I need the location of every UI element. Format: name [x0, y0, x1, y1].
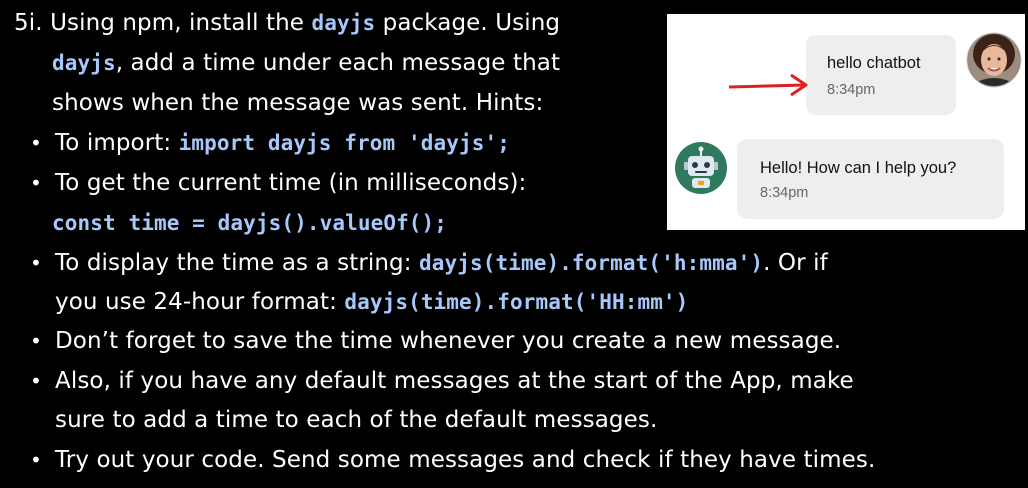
bullet-save-time: Don’t forget to save the time whenever y…	[55, 326, 841, 356]
chat-preview-panel: hello chatbot 8:34pm Hello! How can I he…	[667, 14, 1025, 230]
user-message-text: hello chatbot	[827, 54, 921, 72]
bullet-point: •	[30, 171, 42, 195]
bullet-try-code: Try out your code. Send some messages an…	[55, 445, 875, 475]
step-number: 5i.	[14, 10, 43, 36]
bullet-text: Don’t forget to save the time whenever y…	[55, 328, 842, 354]
bullet-default-messages-cont: sure to add a time to each of the defaul…	[55, 405, 657, 435]
bullet-text: To display the time as a string:	[55, 250, 420, 276]
bullet-point: •	[30, 448, 42, 472]
red-arrow-icon	[727, 72, 811, 102]
bullet-current-time: To get the current time (in milliseconds…	[55, 168, 526, 198]
bullet-point: •	[30, 329, 42, 353]
robot-message-text: Hello! How can I help you?	[760, 159, 957, 177]
code-dayjs: dayjs	[52, 51, 116, 75]
heading-text: , add a time under each message that	[115, 50, 561, 76]
user-message-time: 8:34pm	[827, 82, 876, 98]
bullet-display-time-cont: you use 24-hour format: dayjs(time).form…	[55, 287, 688, 317]
bullet-text: Try out your code. Send some messages an…	[55, 447, 876, 473]
bullet-text: To import:	[55, 130, 179, 156]
bullet-text: To get the current time (in milliseconds…	[55, 170, 527, 196]
bullet-point: •	[30, 369, 42, 393]
code-format-12h: dayjs(time).format('h:mma')	[419, 251, 764, 275]
bullet-text: . Or if	[763, 250, 828, 276]
bullet-current-time-code: const time = dayjs().valueOf();	[52, 208, 447, 238]
bullet-display-time: To display the time as a string: dayjs(t…	[55, 248, 828, 278]
robot-avatar-icon	[674, 141, 728, 195]
instruction-heading-line-1: 5i. Using npm, install the dayjs package…	[14, 8, 560, 38]
code-format-24h: dayjs(time).format('HH:mm')	[344, 290, 689, 314]
bullet-point: •	[30, 131, 42, 155]
instruction-heading-line-3: shows when the message was sent. Hints:	[52, 88, 543, 118]
instruction-heading-line-2: dayjs, add a time under each message tha…	[52, 48, 560, 78]
code-import: import dayjs from 'dayjs';	[178, 131, 510, 155]
bullet-import: To import: import dayjs from 'dayjs';	[55, 128, 510, 158]
heading-text: package. Using	[375, 10, 561, 36]
robot-message-bubble: Hello! How can I help you? 8:34pm	[737, 139, 1004, 219]
bullet-text: Also, if you have any default messages a…	[55, 368, 854, 394]
user-message-bubble: hello chatbot 8:34pm	[806, 35, 956, 115]
bullet-text: you use 24-hour format:	[55, 289, 345, 315]
heading-text: Using npm, install the	[50, 10, 312, 36]
bullet-default-messages: Also, if you have any default messages a…	[55, 366, 854, 396]
bullet-point: •	[30, 251, 42, 275]
heading-text: shows when the message was sent. Hints:	[52, 90, 544, 116]
robot-message-time: 8:34pm	[760, 185, 809, 201]
user-avatar-icon	[966, 32, 1022, 88]
code-dayjs: dayjs	[311, 11, 376, 35]
code-valueof: const time = dayjs().valueOf();	[52, 211, 448, 235]
bullet-text: sure to add a time to each of the defaul…	[55, 407, 658, 433]
